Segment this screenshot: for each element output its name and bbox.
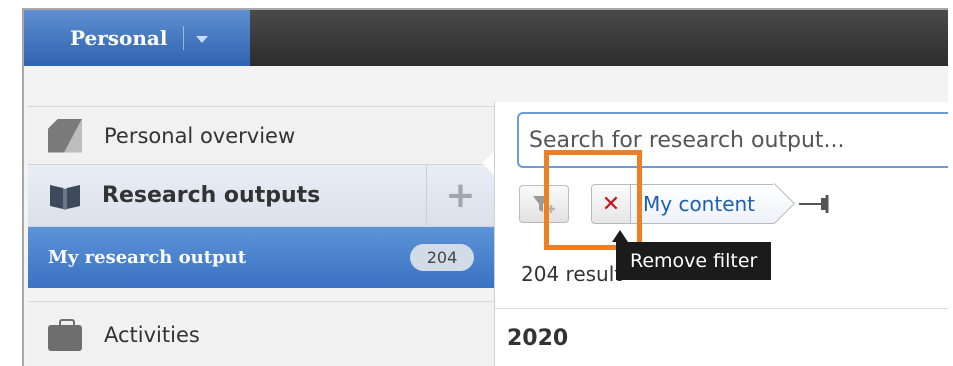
tooltip-arrow (612, 230, 628, 242)
results-count: 204 result (521, 262, 623, 286)
filter-chip-text: My content (643, 192, 756, 216)
sidebar-item-label: My research output (48, 247, 247, 268)
sidebar-item-personal-overview[interactable]: Personal overview (28, 106, 494, 164)
tooltip: Remove filter (616, 242, 772, 280)
sidebar-item-label: Activities (104, 323, 200, 347)
selection-pointer (482, 151, 494, 175)
plus-icon: + (445, 175, 476, 216)
sidebar-item-label: Research outputs (102, 183, 321, 208)
sidebar-item-label: Personal overview (104, 123, 296, 148)
tab-separator (183, 26, 185, 50)
sidebar: Personal overview Research outputs + My … (28, 106, 494, 366)
app-window: Personal Personal overview Research outp… (22, 8, 948, 366)
sidebar-item-activities[interactable]: Activities (28, 301, 494, 366)
briefcase-icon (48, 319, 82, 351)
personal-tab[interactable]: Personal (24, 10, 250, 66)
sub-bar (24, 66, 948, 104)
divider (495, 308, 948, 309)
sidebar-item-research-outputs[interactable]: Research outputs + (28, 164, 494, 227)
personal-tab-label: Personal (70, 26, 168, 50)
sidebar-item-my-research-output[interactable]: My research output 204 (28, 227, 494, 288)
filter-chip-label[interactable]: My content (631, 184, 776, 224)
pin-icon[interactable] (799, 193, 835, 215)
book-icon (50, 184, 80, 210)
overview-icon (48, 118, 82, 153)
top-bar: Personal (24, 10, 948, 66)
year-heading: 2020 (507, 326, 569, 351)
count-badge: 204 (410, 244, 474, 271)
chevron-down-icon[interactable] (196, 35, 209, 43)
